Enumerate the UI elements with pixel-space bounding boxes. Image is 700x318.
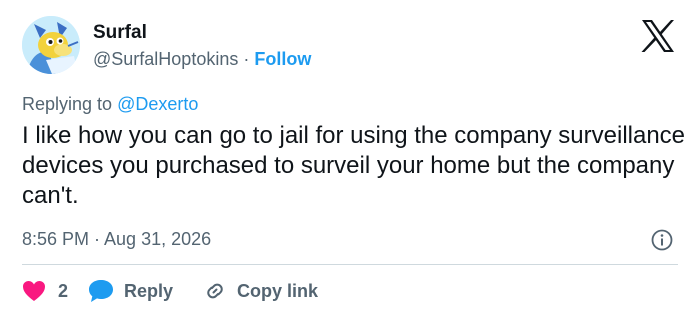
speech-bubble-icon: [89, 280, 114, 302]
author-handle[interactable]: @SurfalHoptokins: [93, 49, 238, 69]
replying-to-prefix: Replying to: [22, 94, 113, 114]
reply-label: Reply: [124, 280, 174, 301]
link-icon: [207, 283, 223, 299]
tweet-card: Surfal @SurfalHoptokins · Follow Replyin…: [0, 0, 700, 318]
action-bar: 2 Reply Copy link: [22, 277, 318, 305]
author-handle-line: @SurfalHoptokins · Follow: [93, 49, 311, 70]
copy-link-button[interactable]: Copy link: [203, 279, 318, 303]
tweet-timestamp[interactable]: 8:56 PM · Aug 31, 2026: [22, 229, 211, 250]
reply-button[interactable]: Reply: [88, 279, 173, 303]
replying-to-line: Replying to @Dexerto: [22, 94, 198, 115]
follow-button[interactable]: Follow: [254, 49, 311, 69]
info-icon[interactable]: [651, 229, 673, 251]
copy-link-label: Copy link: [237, 280, 319, 301]
tweet-text: I like how you can go to jail for using …: [22, 122, 686, 209]
like-button[interactable]: 2: [22, 280, 68, 302]
divider: [22, 264, 678, 265]
separator-dot: ·: [243, 49, 250, 69]
x-logo-icon[interactable]: [640, 19, 676, 53]
like-count: 2: [58, 280, 69, 301]
mention-link[interactable]: @Dexerto: [117, 94, 198, 114]
author-name[interactable]: Surfal: [93, 22, 147, 44]
heart-icon: [23, 281, 45, 301]
avatar-illustration: [22, 16, 80, 74]
avatar[interactable]: [22, 16, 80, 74]
